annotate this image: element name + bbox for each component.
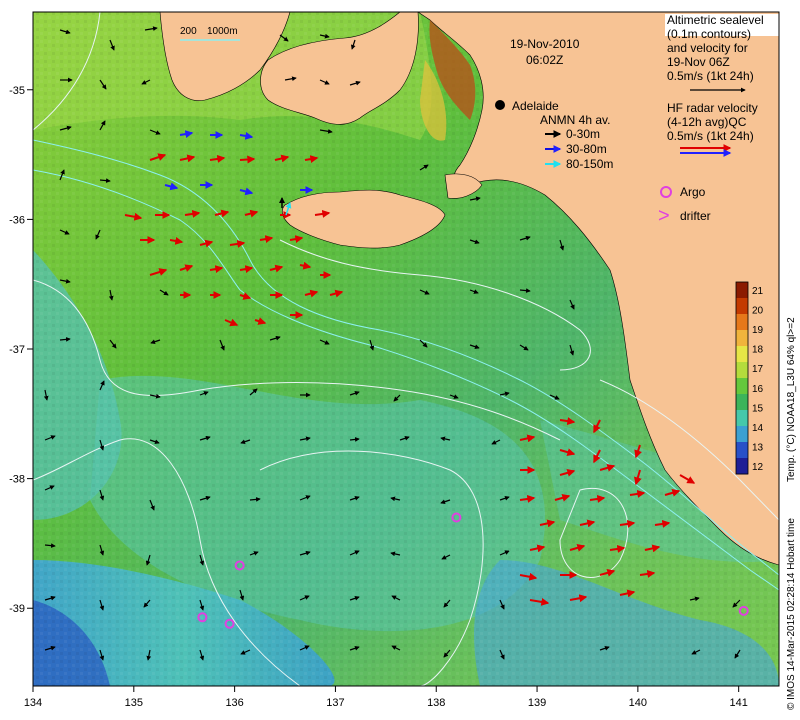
lon-tick-label: 141 <box>729 697 747 709</box>
colorbar-cell <box>736 426 748 443</box>
lon-tick-label: 136 <box>225 697 243 709</box>
anmn-legend-title: ANMN 4h av. <box>540 113 610 127</box>
lat-tick-label: -38 <box>9 474 25 486</box>
colorbar-cells <box>736 282 748 475</box>
lon-tick-label: 135 <box>125 697 143 709</box>
colorbar-tick-label: 21 <box>752 286 764 297</box>
bathy-scale-1000: 1000m <box>207 26 238 37</box>
colorbar-cell <box>736 298 748 315</box>
map-plot-area: Adelaide 19-Nov-2010 06:02Z 200 1000m AN… <box>33 12 779 686</box>
colorbar-tick-label: 12 <box>752 462 764 473</box>
anmn-legend-label-1: 30-80m <box>566 142 607 156</box>
colorbar-tick-label: 20 <box>752 306 764 317</box>
drifter-legend-symbol: > <box>658 205 670 227</box>
lat-tick-label: -36 <box>9 214 25 226</box>
colorbar-cell <box>736 362 748 379</box>
adelaide-label: Adelaide <box>512 99 559 113</box>
colorbar-cell <box>736 378 748 395</box>
lon-tick-label: 140 <box>629 697 647 709</box>
drifter-legend-label: drifter <box>680 209 711 223</box>
lat-tick-label: -37 <box>9 344 25 356</box>
longitude-axis: 134 135 136 137 138 139 140 141 <box>24 686 748 709</box>
colorbar-tick-label: 19 <box>752 325 764 336</box>
map-time: 06:02Z <box>526 53 563 67</box>
latitude-axis: -35 -36 -37 -38 -39 <box>9 85 33 615</box>
colorbar-cell <box>736 346 748 363</box>
colorbar-cell <box>736 314 748 331</box>
colorbar-cell <box>736 330 748 347</box>
map-date: 19-Nov-2010 <box>510 37 580 51</box>
anmn-legend-label-2: 80-150m <box>566 157 613 171</box>
hf-legend-line-2: 0.5m/s (1kt 24h) <box>667 129 754 143</box>
hf-legend-line-0: HF radar velocity <box>667 101 758 115</box>
lon-tick-label: 134 <box>24 697 42 709</box>
bathy-scale-200: 200 <box>180 26 197 37</box>
colorbar-cell <box>736 394 748 411</box>
lon-tick-label: 138 <box>427 697 445 709</box>
lat-tick-label: -39 <box>9 603 25 615</box>
sst-map-figure: Adelaide 19-Nov-2010 06:02Z 200 1000m AN… <box>9 11 797 710</box>
lat-tick-label: -35 <box>9 85 25 97</box>
lon-tick-label: 137 <box>326 697 344 709</box>
argo-legend-label: Argo <box>680 185 706 199</box>
lon-tick-label: 139 <box>528 697 546 709</box>
credit-text: © IMOS 14-Mar-2015 02:28:14 Hobart time <box>786 518 797 710</box>
colorbar-title: Temp. (°C) NOAA18_L3U 64% ql>=2 <box>786 317 797 482</box>
colorbar-tick-label: 13 <box>752 442 764 453</box>
colorbar-cell <box>736 282 748 299</box>
altimetry-legend-line-2: and velocity for <box>667 41 748 55</box>
altimetry-legend-line-4: 0.5m/s (1kt 24h) <box>667 69 754 83</box>
colorbar-tick-label: 14 <box>752 423 764 434</box>
hf-legend-line-1: (4-12h avg)QC <box>667 115 747 129</box>
colorbar-cell <box>736 410 748 427</box>
colorbar-tick-label: 17 <box>752 364 764 375</box>
colorbar-cell <box>736 458 748 475</box>
colorbar-tick-label: 18 <box>752 345 764 356</box>
adelaide-marker <box>495 100 505 110</box>
colorbar-cell <box>736 442 748 459</box>
altimetry-legend-line-3: 19-Nov 06Z <box>667 55 730 69</box>
colorbar-tick-label: 16 <box>752 384 764 395</box>
altimetry-legend-line-1: (0.1m contours) <box>667 27 751 41</box>
altimetry-legend-line-0: Altimetric sealevel <box>667 13 764 27</box>
colorbar-tick-label: 15 <box>752 403 764 414</box>
anmn-legend-label-0: 0-30m <box>566 127 600 141</box>
